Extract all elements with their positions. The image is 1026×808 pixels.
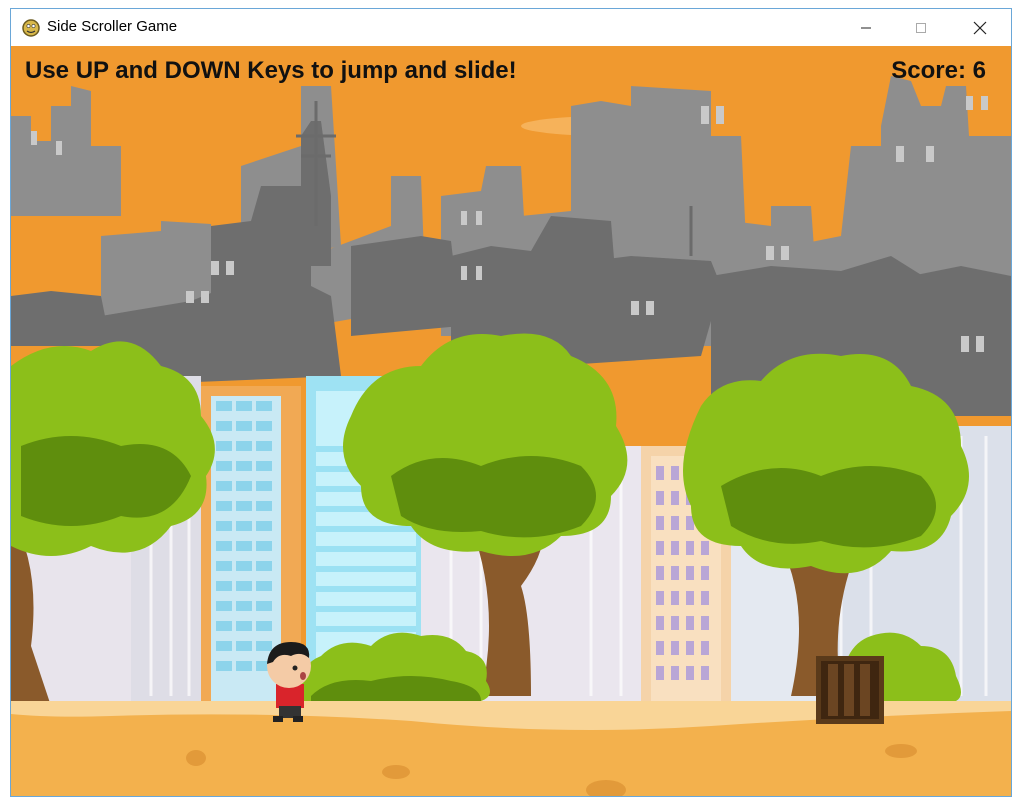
maximize-button[interactable]	[898, 9, 944, 46]
maximize-icon	[916, 22, 926, 33]
title-bar[interactable]: Side Scroller Game	[11, 9, 1011, 46]
game-canvas[interactable]: Use UP and DOWN Keys to jump and slide! …	[11, 46, 1011, 796]
pygame-snake-icon	[22, 19, 40, 37]
instructions-text: Use UP and DOWN Keys to jump and slide!	[25, 57, 517, 84]
game-scene	[11, 46, 1011, 796]
wooden-crate	[816, 656, 884, 724]
close-button[interactable]	[957, 9, 1003, 46]
window-title: Side Scroller Game	[47, 18, 178, 35]
game-window: Side Scroller Game Use UP and DOWN Keys …	[10, 8, 1012, 797]
minimize-button[interactable]	[843, 9, 889, 46]
minimize-icon	[861, 27, 871, 28]
tree-foliage	[11, 333, 969, 574]
score-display: Score: 6	[891, 57, 986, 84]
close-icon	[973, 21, 987, 34]
